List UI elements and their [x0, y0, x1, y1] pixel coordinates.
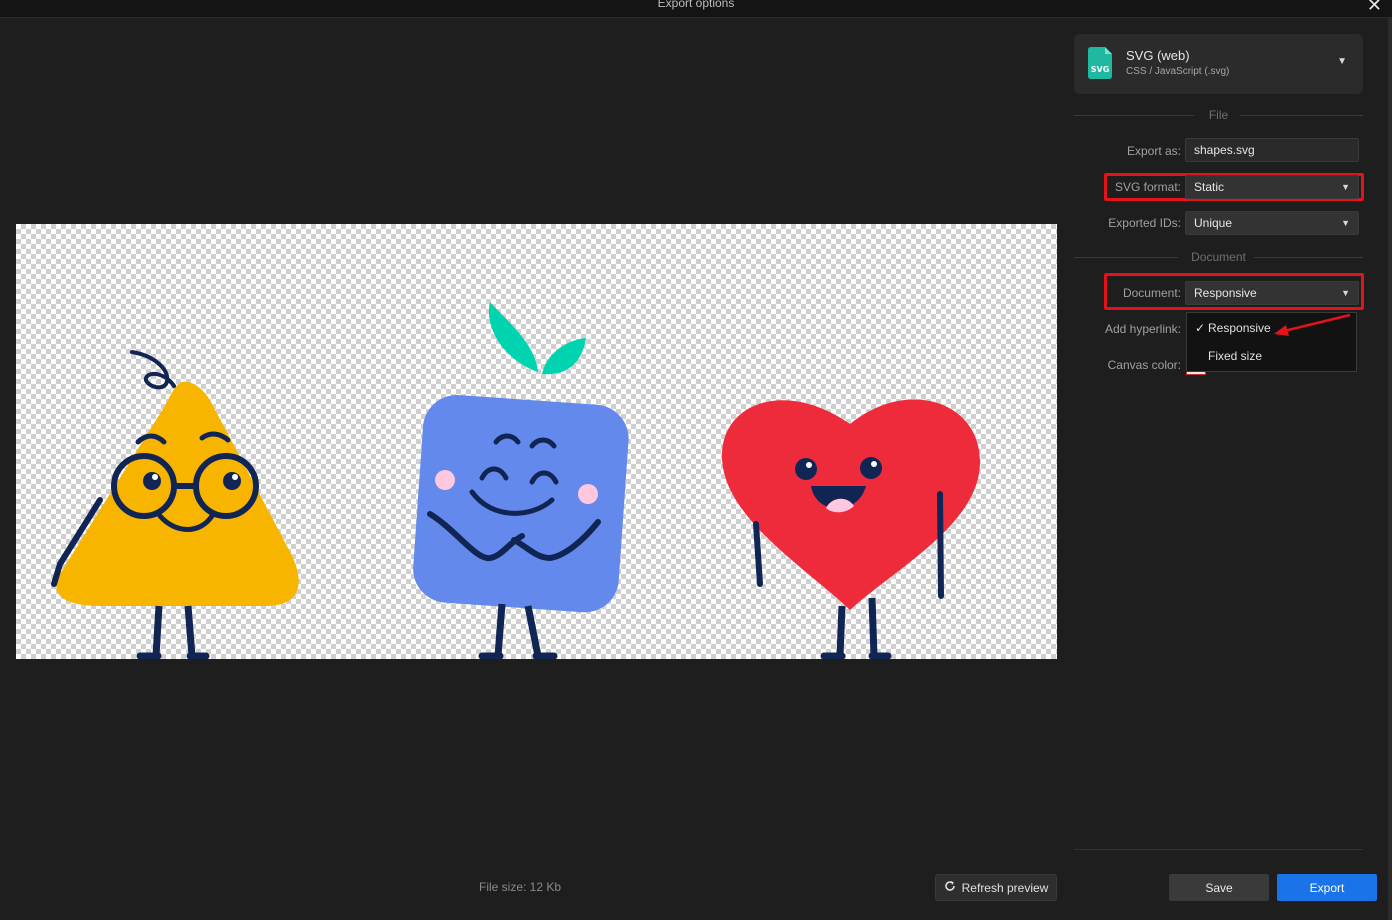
save-button[interactable]: Save — [1169, 874, 1269, 901]
chevron-down-icon: ▼ — [1337, 56, 1347, 67]
chevron-down-icon: ▼ — [1341, 288, 1350, 298]
document-value: Responsive — [1194, 286, 1257, 300]
format-name: SVG (web) — [1126, 48, 1190, 63]
chevron-down-icon: ▼ — [1341, 218, 1350, 228]
window-edge — [1388, 17, 1392, 920]
format-description: CSS / JavaScript (.svg) — [1126, 66, 1230, 77]
title-bar: Export options ✕ — [0, 0, 1392, 18]
annotation-arrow — [1274, 313, 1351, 336]
document-select[interactable]: Responsive ▼ — [1185, 281, 1359, 305]
export-as-label: Export as: — [1126, 144, 1181, 158]
file-section-header: File — [1074, 108, 1363, 122]
svg-format-select[interactable]: Static ▼ — [1185, 175, 1359, 199]
exported-ids-select[interactable]: Unique ▼ — [1185, 211, 1359, 235]
window-title: Export options — [657, 0, 735, 10]
exported-ids-label: Exported IDs: — [1108, 216, 1181, 230]
file-size-label: File size: 12 Kb — [479, 880, 562, 894]
svg-format-label: SVG format: — [1114, 180, 1181, 194]
square-character — [413, 302, 629, 659]
pear-character — [51, 350, 299, 659]
refresh-preview-label: Refresh preview — [961, 880, 1049, 895]
export-settings-panel: SVG SVG (web) CSS / JavaScript (.svg) ▼ … — [1074, 17, 1377, 917]
export-as-input[interactable]: shapes.svg — [1185, 138, 1359, 162]
canvas-color-label: Canvas color: — [1107, 358, 1181, 372]
preview-illustration — [51, 302, 980, 659]
option-label: Responsive — [1208, 321, 1271, 335]
chevron-down-icon: ▼ — [1341, 182, 1350, 192]
document-label: Document: — [1122, 286, 1181, 300]
export-button[interactable]: Export — [1277, 874, 1377, 901]
document-section-header: Document — [1074, 250, 1363, 264]
refresh-icon — [944, 880, 956, 895]
document-section-label: Document — [1191, 250, 1246, 264]
export-preview — [16, 224, 1057, 659]
export-format-selector[interactable]: SVG SVG (web) CSS / JavaScript (.svg) ▼ — [1074, 34, 1363, 94]
svg-format-value: Static — [1194, 180, 1225, 194]
footer-divider — [1074, 849, 1363, 850]
option-label: Fixed size — [1208, 349, 1263, 363]
file-section-label: File — [1208, 108, 1229, 122]
refresh-preview-button[interactable]: Refresh preview — [935, 874, 1057, 901]
heart-character — [721, 399, 980, 659]
exported-ids-value: Unique — [1194, 216, 1233, 230]
svg-file-icon: SVG — [1088, 47, 1112, 79]
checkmark-icon: ✓ — [1195, 321, 1206, 335]
close-icon[interactable]: ✕ — [1367, 0, 1382, 16]
svg-icon-text: SVG — [1091, 65, 1110, 74]
add-hyperlink-label: Add hyperlink: — [1104, 322, 1181, 336]
